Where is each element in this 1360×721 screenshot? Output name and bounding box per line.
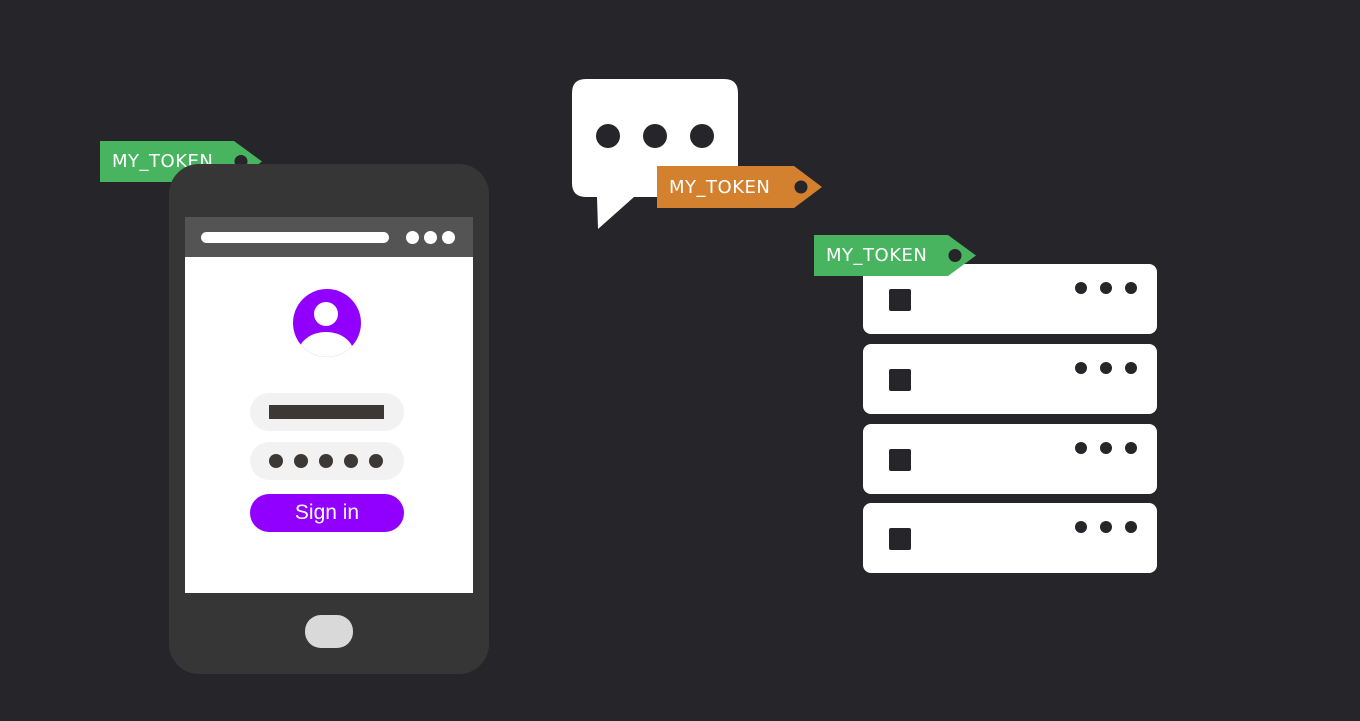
server-indicator xyxy=(889,528,911,550)
server-status-dot xyxy=(1125,362,1137,374)
browser-menu-dot xyxy=(424,231,437,244)
server-unit xyxy=(863,424,1157,494)
browser-bar xyxy=(185,217,473,257)
phone-screen: Sign in xyxy=(185,217,473,593)
typing-dot xyxy=(643,124,667,148)
server-status-dot xyxy=(1075,442,1087,454)
server-status-dot xyxy=(1075,521,1087,533)
token-label: MY_TOKEN xyxy=(826,245,928,266)
server-status-dot xyxy=(1100,282,1112,294)
username-field[interactable] xyxy=(250,393,404,431)
server-status-dot xyxy=(1075,362,1087,374)
server-status-dot xyxy=(1125,282,1137,294)
password-mask-dot xyxy=(344,454,358,468)
smartphone: Sign in xyxy=(169,164,489,674)
server-unit xyxy=(863,503,1157,573)
chat-bubble-icon xyxy=(572,79,738,229)
user-avatar-icon xyxy=(293,289,361,357)
browser-menu-dot xyxy=(406,231,419,244)
username-value xyxy=(269,405,384,419)
password-mask-dot xyxy=(294,454,308,468)
typing-dot xyxy=(690,124,714,148)
server-status-dot xyxy=(1075,282,1087,294)
server-status-dot xyxy=(1100,442,1112,454)
server-status-dot xyxy=(1100,362,1112,374)
token-label: MY_TOKEN xyxy=(669,176,771,198)
server-indicator xyxy=(889,369,911,391)
address-bar[interactable] xyxy=(201,232,389,243)
server-indicator xyxy=(889,449,911,471)
password-mask-dot xyxy=(319,454,333,468)
typing-dot xyxy=(596,124,620,148)
sign-in-button[interactable]: Sign in xyxy=(250,494,404,532)
password-field[interactable] xyxy=(250,442,404,480)
token-tag-server: MY_TOKEN xyxy=(814,235,976,276)
server-status-dot xyxy=(1125,442,1137,454)
server-status-dot xyxy=(1125,521,1137,533)
browser-menu-dot xyxy=(442,231,455,244)
password-mask-dot xyxy=(269,454,283,468)
password-mask-dot xyxy=(369,454,383,468)
token-tag-chat: MY_TOKEN xyxy=(657,166,822,208)
server-unit xyxy=(863,344,1157,414)
server-indicator xyxy=(889,289,911,311)
server-status-dot xyxy=(1100,521,1112,533)
home-button[interactable] xyxy=(305,615,353,648)
